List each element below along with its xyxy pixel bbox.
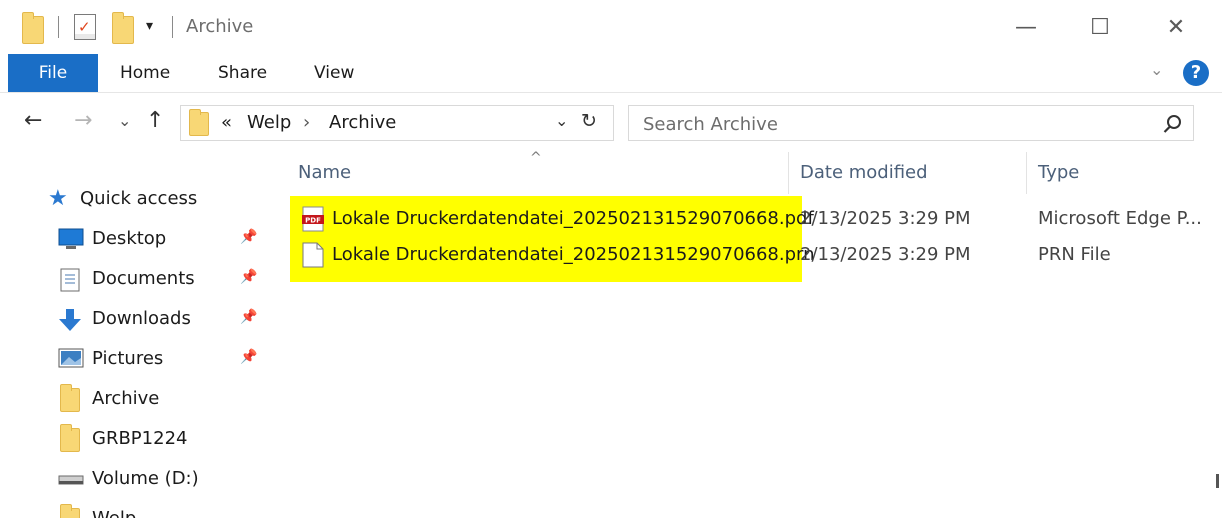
column-header-date-modified[interactable]: Date modified — [800, 150, 928, 196]
navigation-bar: ← → ⌄ ↑ « Welp › Archive ⌄ ↻ — [0, 92, 1222, 150]
folder-icon — [60, 504, 80, 518]
sidebar-item-label: Welp — [92, 508, 136, 518]
new-folder-icon[interactable] — [112, 12, 134, 44]
blank-file-icon — [302, 242, 324, 268]
window-title: Archive — [186, 16, 254, 37]
table-row[interactable]: Lokale Druckerdatendatei_202502131529070… — [290, 238, 1222, 274]
file-date-modified: 2/13/2025 3:29 PM — [800, 244, 971, 265]
column-header-name[interactable]: Name — [298, 150, 351, 196]
breadcrumb-overflow[interactable]: « — [221, 112, 232, 133]
sidebar-item-welp[interactable]: Welp — [0, 500, 280, 518]
table-row[interactable]: PDF Lokale Druckerdatendatei_20250213152… — [290, 202, 1222, 238]
sidebar-item-quick-access[interactable]: ★ Quick access — [0, 180, 280, 218]
toolbar-separator — [172, 16, 173, 38]
customize-dropdown-icon[interactable]: ▾ — [146, 18, 153, 34]
toolbar-separator — [58, 16, 59, 38]
title-bar: ✓ ▾ Archive — ☐ ✕ — [0, 0, 1222, 54]
breadcrumb-welp[interactable]: Welp — [247, 112, 291, 133]
forward-button[interactable]: → — [74, 107, 92, 135]
folder-icon[interactable] — [22, 12, 44, 44]
search-icon[interactable] — [1161, 112, 1185, 136]
sidebar-item-label: Documents — [92, 268, 195, 289]
minimize-button[interactable]: — — [1006, 10, 1046, 46]
navigation-pane: ★ Quick access Desktop 📌 Documents 📌 Dow… — [0, 150, 280, 518]
address-dropdown[interactable]: ⌄ — [555, 111, 568, 130]
pin-icon[interactable]: 📌 — [240, 309, 257, 325]
properties-icon[interactable]: ✓ — [74, 14, 96, 40]
refresh-button[interactable]: ↻ — [581, 110, 597, 132]
window-edge — [1216, 474, 1219, 488]
folder-icon — [189, 109, 209, 136]
column-header-type[interactable]: Type — [1038, 150, 1079, 196]
desktop-icon — [58, 228, 84, 249]
breadcrumb-separator[interactable]: › — [303, 112, 310, 133]
sidebar-item-grbp1224[interactable]: GRBP1224 — [0, 420, 280, 458]
sidebar-item-desktop[interactable]: Desktop 📌 — [0, 220, 280, 258]
file-type: Microsoft Edge P... — [1038, 208, 1202, 229]
file-name: Lokale Druckerdatendatei_202502131529070… — [332, 244, 815, 265]
drive-icon — [58, 475, 84, 485]
expand-ribbon-icon[interactable]: ⌄ — [1150, 60, 1163, 79]
sidebar-item-pictures[interactable]: Pictures 📌 — [0, 340, 280, 378]
tab-view[interactable]: View — [314, 54, 354, 92]
pictures-icon — [58, 348, 84, 368]
documents-icon — [60, 268, 80, 292]
sidebar-item-label: Volume (D:) — [92, 468, 199, 489]
column-separator[interactable] — [1026, 152, 1027, 194]
back-button[interactable]: ← — [24, 107, 42, 135]
sidebar-item-label: Downloads — [92, 308, 191, 329]
address-bar[interactable]: « Welp › Archive ⌄ ↻ — [180, 105, 614, 141]
sidebar-item-downloads[interactable]: Downloads 📌 — [0, 300, 280, 338]
maximize-button[interactable]: ☐ — [1080, 10, 1120, 46]
pdf-icon: PDF — [302, 206, 324, 232]
sidebar-item-archive[interactable]: Archive — [0, 380, 280, 418]
breadcrumb-archive[interactable]: Archive — [329, 112, 396, 133]
star-icon: ★ — [48, 186, 68, 211]
svg-text:PDF: PDF — [305, 217, 321, 225]
sidebar-item-volume-d[interactable]: Volume (D:) — [0, 460, 280, 498]
sidebar-item-label: Pictures — [92, 348, 164, 369]
file-type: PRN File — [1038, 244, 1111, 265]
tab-home[interactable]: Home — [120, 54, 170, 92]
sidebar-item-label: Archive — [92, 388, 160, 409]
pin-icon[interactable]: 📌 — [240, 269, 257, 285]
sidebar-item-label: Quick access — [80, 188, 198, 209]
column-separator[interactable] — [788, 152, 789, 194]
file-date-modified: 2/13/2025 3:29 PM — [800, 208, 971, 229]
pin-icon[interactable]: 📌 — [240, 229, 257, 245]
tab-share[interactable]: Share — [218, 54, 267, 92]
sidebar-item-documents[interactable]: Documents 📌 — [0, 260, 280, 298]
pin-icon[interactable]: 📌 — [240, 349, 257, 365]
tab-file[interactable]: File — [8, 54, 98, 92]
help-icon[interactable]: ? — [1183, 60, 1209, 86]
downloads-icon — [59, 309, 81, 331]
up-button[interactable]: ↑ — [146, 107, 164, 135]
ribbon: File Home Share View ⌄ ? — [0, 54, 1222, 92]
recent-locations-dropdown[interactable]: ⌄ — [118, 107, 131, 135]
search-input[interactable] — [643, 112, 1143, 136]
folder-icon — [60, 424, 80, 452]
sort-ascending-icon: ^ — [530, 150, 542, 166]
folder-icon — [60, 384, 80, 412]
search-box[interactable] — [628, 105, 1194, 141]
file-list: ^ Name Date modified Type PDF Lokale Dru… — [280, 150, 1222, 518]
close-button[interactable]: ✕ — [1156, 10, 1196, 46]
file-name: Lokale Druckerdatendatei_202502131529070… — [332, 208, 814, 229]
sidebar-item-label: GRBP1224 — [92, 428, 188, 449]
sidebar-item-label: Desktop — [92, 228, 167, 249]
